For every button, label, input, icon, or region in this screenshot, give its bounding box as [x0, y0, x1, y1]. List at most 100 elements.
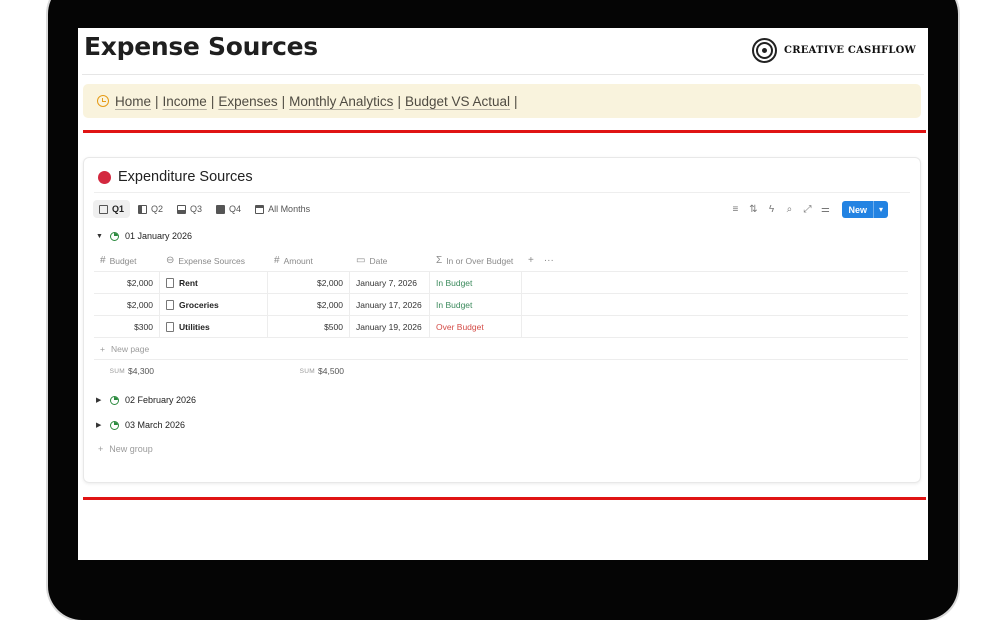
new-button[interactable]: New ▾ — [842, 201, 888, 218]
nav-separator: | — [281, 93, 286, 109]
quarter-view-icon — [138, 204, 148, 214]
cell-date[interactable]: January 19, 2026 — [350, 316, 430, 337]
tab-label: Q4 — [229, 204, 242, 214]
group-header-january[interactable]: ▼ 01 January 2026 — [96, 231, 192, 241]
table-row[interactable]: $2,000 Groceries $2,000 January 17, 2026… — [94, 294, 908, 316]
tab-all-months[interactable]: All Months — [249, 200, 316, 218]
cell-status[interactable]: Over Budget — [430, 316, 522, 337]
cell-expense-source[interactable]: Utilities — [160, 316, 268, 337]
cell-date[interactable]: January 7, 2026 — [350, 272, 430, 293]
page-icon — [166, 299, 174, 310]
column-label: Date — [369, 255, 388, 266]
more-icon[interactable]: ··· — [544, 255, 554, 266]
column-header-expense-sources[interactable]: ⊖ Expense Sources — [160, 250, 268, 271]
cell-expense-source[interactable]: Groceries — [160, 294, 268, 315]
column-header-amount[interactable]: # Amount — [268, 250, 350, 271]
nav-separator: | — [397, 93, 401, 109]
cell-amount[interactable]: $2,000 — [268, 294, 350, 315]
new-group-label: New group — [109, 444, 153, 454]
add-column-icon[interactable]: + — [528, 255, 534, 266]
database-divider — [94, 192, 910, 193]
progress-circle-icon — [110, 231, 119, 241]
table-row[interactable]: $300 Utilities $500 January 19, 2026 Ove… — [94, 316, 908, 338]
cell-status[interactable]: In Budget — [430, 294, 522, 315]
database-title-text[interactable]: Expenditure Sources — [118, 169, 253, 185]
nav-separator: | — [514, 93, 518, 109]
page-icon — [166, 277, 174, 288]
nav-callout: Home | Income | Expenses | Monthly Analytics | B… — [83, 84, 921, 118]
group-header-march[interactable]: ▶ 03 March 2026 — [96, 420, 185, 430]
group-label: 02 February 2026 — [125, 395, 197, 405]
tab-q2[interactable]: Q2 — [132, 200, 169, 218]
quarter-view-icon — [177, 204, 187, 214]
chevron-down-icon[interactable]: ▾ — [872, 201, 888, 218]
cell-amount[interactable]: $2,000 — [268, 272, 350, 293]
plus-icon: + — [100, 343, 105, 354]
red-circle-icon — [98, 170, 111, 184]
sum-budget[interactable]: SUM $4,300 — [94, 366, 160, 376]
column-header-in-or-over-budget[interactable]: Σ In or Over Budget — [430, 250, 522, 271]
brand: CREATIVE CASHFLOW — [752, 38, 916, 63]
nav-link-expenses[interactable]: Expenses — [218, 94, 277, 109]
database-title: Expenditure Sources — [98, 169, 253, 185]
column-label: In or Over Budget — [446, 255, 514, 266]
view-tabs: Q1 Q2 Q3 Q4 All Months — [93, 200, 316, 218]
table-header-row: # Budget ⊖ Expense Sources # Amount ▭ Date Σ… — [94, 250, 908, 272]
page-title: Expense Sources — [84, 32, 318, 61]
tab-label: Q3 — [190, 204, 203, 214]
automation-icon[interactable]: ϟ — [766, 204, 776, 215]
column-header-date[interactable]: ▭ Date — [350, 250, 430, 271]
group-label: 01 January 2026 — [125, 231, 193, 241]
screen: Expense Sources CREATIVE CASHFLOW Home | I… — [78, 28, 928, 560]
cell-budget[interactable]: $2,000 — [94, 272, 160, 293]
cell-text: Groceries — [179, 299, 219, 310]
formula-icon: Σ — [436, 255, 443, 266]
table-row[interactable]: $2,000 Rent $2,000 January 7, 2026 In Bu… — [94, 272, 908, 294]
nav-separator: | — [155, 93, 159, 109]
new-page-button[interactable]: + New page — [94, 338, 908, 360]
nav-link-budget-vs-actual[interactable]: Budget VS Actual — [405, 94, 510, 109]
column-label: Expense Sources — [178, 255, 246, 266]
column-header-budget[interactable]: # Budget — [94, 250, 160, 271]
tab-q3[interactable]: Q3 — [171, 200, 208, 218]
column-label: Budget — [109, 255, 137, 266]
cell-amount[interactable]: $500 — [268, 316, 350, 337]
cell-status[interactable]: In Budget — [430, 272, 522, 293]
progress-circle-icon — [110, 420, 119, 430]
quarter-view-icon — [216, 204, 226, 214]
expand-icon[interactable]: ⤢ — [802, 204, 812, 215]
tab-q4[interactable]: Q4 — [210, 200, 247, 218]
cell-budget[interactable]: $2,000 — [94, 294, 160, 315]
filter-icon[interactable]: ≡ — [730, 204, 740, 215]
caret-right-icon[interactable]: ▶ — [96, 421, 104, 429]
number-icon: # — [100, 255, 106, 266]
cell-text: Utilities — [179, 321, 210, 332]
cell-budget[interactable]: $300 — [94, 316, 160, 337]
search-icon[interactable]: ⌕ — [784, 204, 794, 215]
nav-link-home[interactable]: Home — [115, 94, 151, 109]
sum-row: SUM $4,300 SUM $4,500 — [94, 360, 908, 382]
tab-q1[interactable]: Q1 — [93, 200, 131, 218]
database-card: Expenditure Sources Q1 Q2 Q3 Q4 All Mont… — [83, 157, 921, 483]
sum-amount[interactable]: SUM $4,500 — [268, 366, 350, 376]
sort-icon[interactable]: ⇅ — [748, 204, 758, 215]
cell-empty — [522, 316, 908, 337]
caret-right-icon[interactable]: ▶ — [96, 396, 104, 404]
table: # Budget ⊖ Expense Sources # Amount ▭ Date Σ… — [94, 250, 908, 382]
new-group-button[interactable]: + New group — [98, 444, 153, 454]
nav-link-monthly-analytics[interactable]: Monthly Analytics — [289, 94, 393, 109]
tab-label: Q1 — [112, 204, 125, 214]
nav-link-income[interactable]: Income — [163, 94, 207, 109]
brand-name: CREATIVE CASHFLOW — [784, 45, 916, 56]
settings-icon[interactable]: ⚌ — [820, 204, 830, 215]
cell-date[interactable]: January 17, 2026 — [350, 294, 430, 315]
caret-down-icon[interactable]: ▼ — [96, 233, 104, 240]
new-page-label: New page — [110, 343, 150, 354]
calendar-icon — [255, 204, 265, 214]
cell-expense-source[interactable]: Rent — [160, 272, 268, 293]
group-header-february[interactable]: ▶ 02 February 2026 — [96, 395, 196, 405]
page-icon — [166, 321, 174, 332]
red-divider-top — [83, 130, 926, 133]
nav-separator: | — [210, 93, 215, 109]
tab-label: Q2 — [151, 204, 164, 214]
